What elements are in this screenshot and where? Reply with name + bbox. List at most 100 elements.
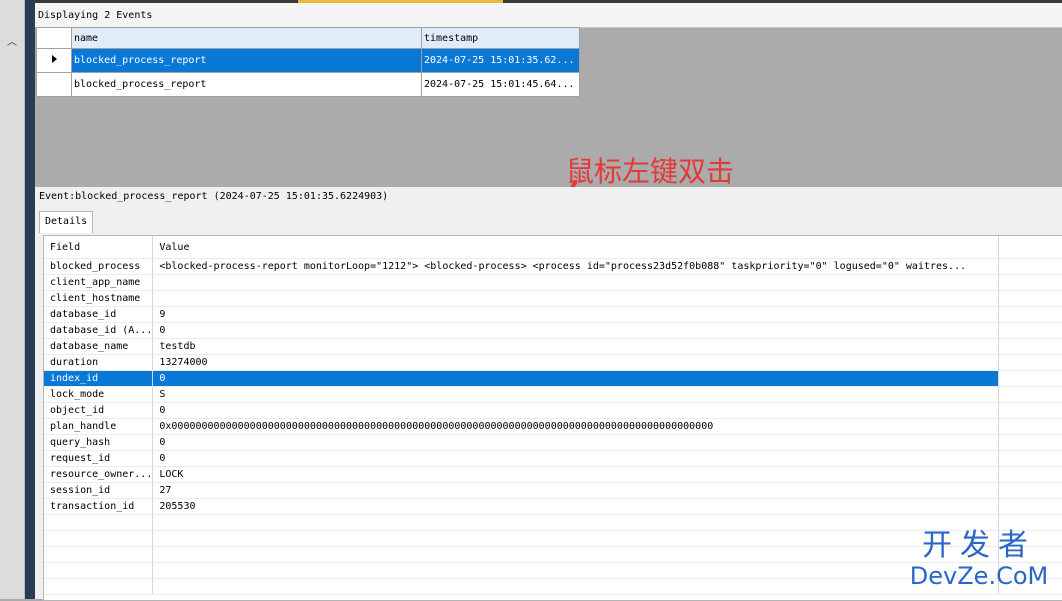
field-name-cell[interactable]: query_hash [44,434,154,451]
empty-cell [44,530,154,547]
field-name-cell[interactable]: object_id [44,402,154,419]
event-name-cell[interactable]: blocked_process_report [71,72,422,97]
event-row[interactable]: blocked_process_report 2024-07-25 15:01:… [36,48,580,73]
details-row[interactable]: client_app_name [44,274,1062,291]
empty-cell [152,562,1000,579]
empty-cell [998,450,1062,467]
details-row[interactable]: query_hash 0 [44,434,1062,451]
details-row[interactable]: resource_owner... LOCK [44,466,1062,483]
column-header-field[interactable]: Field [44,236,154,259]
event-list-grid: name timestamp blocked_process_report 20… [36,27,580,97]
field-name-cell[interactable]: database_id [44,306,154,323]
field-value-cell[interactable]: 27 [152,482,1000,499]
empty-cell [998,306,1062,323]
row-header-corner [36,27,72,49]
field-value-cell[interactable]: 0 [152,402,1000,419]
field-name-cell[interactable]: transaction_id [44,498,154,515]
tab-details[interactable]: Details [39,211,94,233]
scroll-up-icon[interactable]: ︿ [4,36,20,50]
watermark-en: DevZe.CoM [909,562,1049,590]
field-name-cell[interactable]: duration [44,354,154,371]
watermark-cn: 开发者 [922,528,1036,563]
details-row[interactable]: database_id 9 [44,306,1062,323]
field-value-cell[interactable]: S [152,386,1000,403]
event-title: Event:blocked_process_report (2024-07-25… [39,191,389,202]
left-gutter: ︿ [0,0,25,599]
field-name-cell[interactable]: blocked_process [44,258,154,275]
field-value-cell[interactable]: 13274000 [152,354,1000,371]
details-row[interactable]: request_id 0 [44,450,1062,467]
field-value-cell[interactable] [152,290,1000,307]
column-header-timestamp[interactable]: timestamp [421,27,580,49]
empty-cell [152,530,1000,547]
column-header-name[interactable]: name [71,27,422,49]
details-row[interactable]: database_id (A... 0 [44,322,1062,339]
empty-cell [152,546,1000,563]
field-value-cell[interactable]: 0 [152,322,1000,339]
details-row[interactable]: client_hostname [44,290,1062,307]
empty-cell [998,290,1062,307]
event-timestamp-cell[interactable]: 2024-07-25 15:01:45.64... [421,72,580,97]
details-row[interactable]: object_id 0 [44,402,1062,419]
empty-cell [998,466,1062,483]
empty-cell [998,498,1062,515]
field-value-cell[interactable]: testdb [152,338,1000,355]
field-value-cell[interactable]: LOCK [152,466,1000,483]
current-row-arrow-icon [51,55,57,63]
details-row[interactable]: lock_mode S [44,386,1062,403]
empty-cell [998,258,1062,275]
field-value-cell[interactable]: <blocked-process-report monitorLoop="121… [152,258,1000,275]
empty-cell [998,386,1062,403]
field-value-cell[interactable] [152,274,1000,291]
watermark-logo: 开发者 DevZe.CoM [904,528,1054,591]
field-name-cell[interactable]: client_hostname [44,290,154,307]
field-value-cell[interactable]: 9 [152,306,1000,323]
events-count-header: Displaying 2 Events [35,3,1062,28]
column-header-value[interactable]: Value [152,236,1000,259]
details-row[interactable]: duration 13274000 [44,354,1062,371]
field-name-cell[interactable]: session_id [44,482,154,499]
field-name-cell[interactable]: request_id [44,450,154,467]
empty-cell [998,370,1062,387]
annotation-text: 鼠标左键双击 [566,155,735,188]
details-row[interactable]: plan_handle 0x000000000000000000000000000… [44,418,1062,435]
events-count-label: Displaying 2 Events [38,10,153,21]
row-selector[interactable] [36,72,72,97]
field-name-cell[interactable]: index_id [44,370,154,387]
event-grid-header: name timestamp [36,27,580,49]
empty-cell [998,354,1062,371]
field-name-cell[interactable]: database_id (A... [44,322,154,339]
empty-cell [998,274,1062,291]
field-name-cell[interactable]: plan_handle [44,418,154,435]
empty-row [44,514,1062,531]
field-value-cell[interactable]: 0 [152,434,1000,451]
field-value-cell[interactable]: 0 [152,370,1000,387]
field-value-cell[interactable]: 0 [152,450,1000,467]
field-name-cell[interactable]: client_app_name [44,274,154,291]
empty-cell [998,322,1062,339]
empty-cell [998,338,1062,355]
field-value-cell[interactable]: 0x00000000000000000000000000000000000000… [152,418,1000,435]
row-selector[interactable] [36,48,72,73]
empty-cell [152,578,1000,595]
details-row[interactable]: session_id 27 [44,482,1062,499]
left-splitter[interactable] [25,0,35,599]
empty-cell [44,578,154,595]
empty-cell [998,434,1062,451]
details-header-row: Field Value [44,236,1062,259]
event-row[interactable]: blocked_process_report 2024-07-25 15:01:… [36,72,580,97]
field-name-cell[interactable]: lock_mode [44,386,154,403]
field-value-cell[interactable]: 205530 [152,498,1000,515]
empty-cell [44,514,154,531]
details-row[interactable]: index_id 0 [44,370,1062,387]
field-name-cell[interactable]: resource_owner... [44,466,154,483]
empty-cell [44,546,154,563]
details-row[interactable]: transaction_id 205530 [44,498,1062,515]
field-name-cell[interactable]: database_name [44,338,154,355]
details-row[interactable]: blocked_process <blocked-process-report m… [44,258,1062,275]
details-row[interactable]: database_name testdb [44,338,1062,355]
empty-cell [998,482,1062,499]
empty-cell [152,514,1000,531]
event-name-cell[interactable]: blocked_process_report [71,48,422,73]
event-timestamp-cell[interactable]: 2024-07-25 15:01:35.62... [421,48,580,73]
